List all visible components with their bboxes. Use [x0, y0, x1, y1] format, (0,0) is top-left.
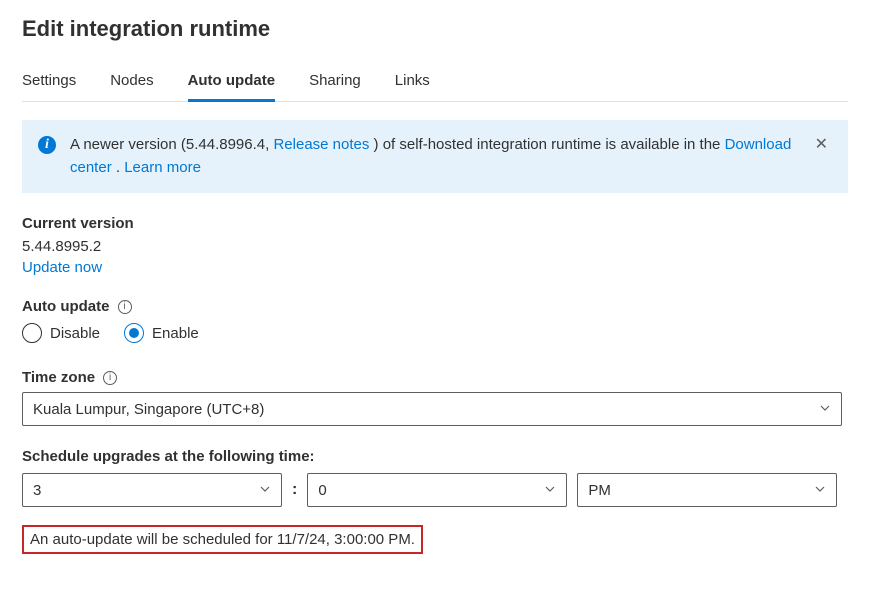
schedule-row: 3 : 0 PM — [22, 473, 848, 507]
tab-nodes[interactable]: Nodes — [110, 66, 153, 102]
radio-enable[interactable]: Enable — [124, 323, 199, 343]
tabs-bar: Settings Nodes Auto update Sharing Links — [22, 66, 848, 102]
info-help-icon[interactable]: i — [118, 300, 132, 314]
banner-text: A newer version (5.44.8996.4, Release no… — [70, 134, 797, 179]
update-now-link[interactable]: Update now — [22, 259, 102, 276]
scheduled-message: An auto-update will be scheduled for 11/… — [22, 525, 423, 554]
time-zone-select[interactable]: Kuala Lumpur, Singapore (UTC+8) — [22, 392, 842, 426]
update-available-banner: i A newer version (5.44.8996.4, Release … — [22, 120, 848, 193]
chevron-down-icon — [814, 482, 826, 499]
schedule-minute-select[interactable]: 0 — [307, 473, 567, 507]
radio-enable-label: Enable — [152, 325, 199, 342]
time-colon: : — [292, 481, 297, 499]
schedule-minute-value: 0 — [318, 482, 326, 499]
schedule-label: Schedule upgrades at the following time: — [22, 448, 848, 465]
current-version-value: 5.44.8995.2 — [22, 238, 848, 255]
schedule-ampm-value: PM — [588, 482, 611, 499]
schedule-ampm-select[interactable]: PM — [577, 473, 837, 507]
auto-update-label-text: Auto update — [22, 298, 110, 315]
tab-sharing[interactable]: Sharing — [309, 66, 361, 102]
banner-mid: ) of self-hosted integration runtime is … — [369, 136, 724, 153]
banner-dot: . — [112, 159, 125, 176]
schedule-hour-select[interactable]: 3 — [22, 473, 282, 507]
chevron-down-icon — [544, 482, 556, 499]
time-zone-label-text: Time zone — [22, 369, 95, 386]
auto-update-radio-group: Disable Enable — [22, 323, 848, 343]
time-zone-value: Kuala Lumpur, Singapore (UTC+8) — [33, 401, 264, 418]
release-notes-link[interactable]: Release notes — [273, 136, 369, 153]
close-icon[interactable]: ✕ — [811, 134, 832, 154]
learn-more-link[interactable]: Learn more — [124, 159, 201, 176]
page-title: Edit integration runtime — [22, 16, 848, 42]
radio-disable[interactable]: Disable — [22, 323, 100, 343]
chevron-down-icon — [259, 482, 271, 499]
radio-enable-circle — [124, 323, 144, 343]
radio-disable-circle — [22, 323, 42, 343]
chevron-down-icon — [819, 401, 831, 418]
tab-links[interactable]: Links — [395, 66, 430, 102]
tab-settings[interactable]: Settings — [22, 66, 76, 102]
time-zone-label: Time zone i — [22, 369, 848, 386]
radio-disable-label: Disable — [50, 325, 100, 342]
auto-update-label: Auto update i — [22, 298, 848, 315]
current-version-label: Current version — [22, 215, 848, 232]
info-icon: i — [38, 136, 56, 154]
schedule-hour-value: 3 — [33, 482, 41, 499]
banner-prefix: A newer version (5.44.8996.4, — [70, 136, 273, 153]
tab-auto-update[interactable]: Auto update — [188, 66, 276, 102]
info-help-icon[interactable]: i — [103, 371, 117, 385]
